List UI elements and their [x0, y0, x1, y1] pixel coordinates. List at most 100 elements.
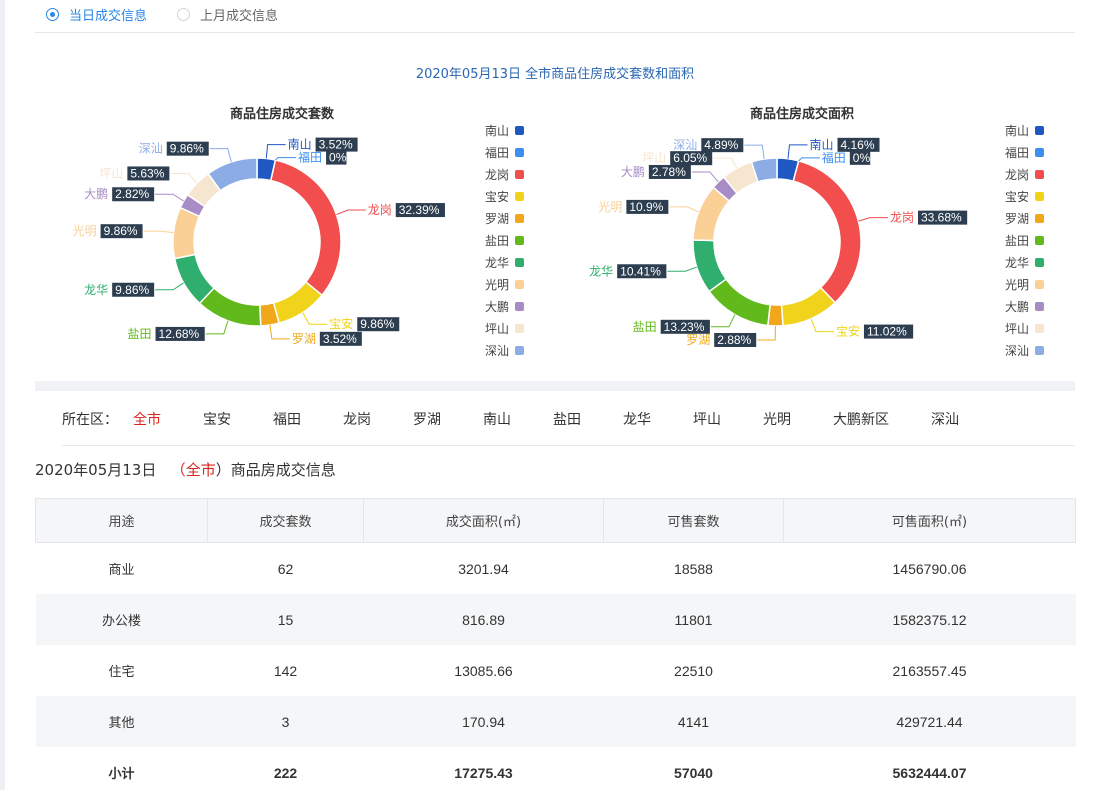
legend-label[interactable]: 盐田: [485, 234, 509, 248]
cell-available-units: 22510: [674, 662, 713, 679]
slice-label-value: 9.86%: [170, 142, 204, 156]
donut-charts: 商品住房成交套数南山 3.52%福田 0%龙岗 32.39%宝安 9.86%罗湖 3.52…: [73, 106, 1044, 358]
info-district: 全市: [185, 461, 216, 479]
legend-swatch[interactable]: [1035, 192, 1044, 201]
slice-龙岗[interactable]: [792, 159, 862, 304]
slice-label-name: 坪山: [642, 151, 666, 165]
legend-swatch[interactable]: [515, 302, 524, 311]
district-baoan[interactable]: 宝安: [203, 409, 231, 429]
legend-swatch[interactable]: [1035, 280, 1044, 289]
legend-label[interactable]: 盐田: [1005, 234, 1029, 248]
legend-label[interactable]: 光明: [1005, 278, 1029, 292]
legend-swatch[interactable]: [515, 148, 524, 157]
legend-label[interactable]: 罗湖: [485, 211, 509, 226]
legend-swatch[interactable]: [515, 324, 524, 333]
legend-label[interactable]: 大鹏: [1005, 300, 1029, 314]
cell-available-units: 11801: [603, 594, 784, 645]
slice-label-name: 光明: [73, 224, 97, 238]
legend-label[interactable]: 宝安: [485, 189, 509, 204]
slice-label-value: 11.02%: [867, 325, 907, 339]
cell-deal-area: 170.94: [363, 696, 604, 747]
legend-swatch[interactable]: [1035, 258, 1044, 267]
legend-label[interactable]: 南山: [485, 123, 509, 138]
legend-swatch[interactable]: [515, 280, 524, 289]
legend-label[interactable]: 龙岗: [485, 168, 509, 182]
legend-label[interactable]: 龙华: [485, 256, 509, 270]
label-line: [155, 193, 184, 202]
donut-chart-2: 商品住房成交面积南山 4.16%福田 0%龙岗 33.68%宝安 11.02%深汕 4.8…: [589, 106, 1044, 358]
slice-label-value: 9.86%: [115, 283, 149, 297]
legend-swatch[interactable]: [515, 126, 524, 135]
legend-label[interactable]: 坪山: [1005, 322, 1029, 336]
legend-swatch[interactable]: [1035, 170, 1044, 179]
table-row-subtotal: 小计 222 17275.43 57040 5632444.07: [36, 747, 1076, 798]
legend-swatch[interactable]: [515, 346, 524, 355]
legend-label[interactable]: 大鹏: [485, 300, 509, 314]
district-pingshan[interactable]: 坪山: [693, 409, 721, 429]
slice-label-value: 5.63%: [130, 166, 164, 180]
district-dapeng[interactable]: 大鹏新区: [833, 409, 889, 429]
slice-label-name: 福田: [822, 150, 846, 165]
slice-label-name: 龙华: [589, 264, 613, 278]
legend-label[interactable]: 罗湖: [1005, 211, 1029, 226]
legend-swatch[interactable]: [1035, 236, 1044, 245]
label-line: [669, 206, 699, 213]
legend-swatch[interactable]: [515, 258, 524, 267]
district-nanshan[interactable]: 南山: [483, 409, 511, 429]
legend-swatch[interactable]: [1035, 126, 1044, 135]
district-longhua[interactable]: 龙华: [623, 409, 651, 429]
slice-龙岗[interactable]: [269, 159, 342, 297]
cell-available-area: 1582375.12: [783, 594, 1076, 645]
legend-label[interactable]: 龙华: [1005, 256, 1029, 270]
cell-deal-area: 13085.66: [454, 662, 513, 679]
slice-label-name: 龙岗: [890, 211, 914, 225]
district-luohu[interactable]: 罗湖: [413, 409, 441, 429]
legend-label[interactable]: 坪山: [485, 322, 509, 336]
label-line: [269, 324, 290, 340]
district-longgang[interactable]: 龙岗: [343, 409, 371, 429]
district-futian[interactable]: 福田: [273, 409, 301, 429]
legend-swatch[interactable]: [1035, 214, 1044, 223]
donut-chart-1: 商品住房成交套数南山 3.52%福田 0%龙岗 32.39%宝安 9.86%罗湖 3.52…: [73, 106, 524, 358]
legend-swatch[interactable]: [515, 214, 524, 223]
legend-label[interactable]: 南山: [1005, 123, 1029, 138]
district-all[interactable]: 全市: [133, 409, 161, 429]
slice-label-name: 宝安: [836, 324, 860, 339]
info-title: 2020年05月13日 （全市）商品房成交信息: [35, 459, 336, 480]
table-row: 办公楼 15 816.89 11801 1582375.12: [35, 594, 1076, 645]
slice-光明[interactable]: [172, 206, 201, 260]
slice-label-name: 大鹏: [621, 165, 645, 179]
label-line: [858, 217, 888, 222]
legend-label[interactable]: 宝安: [1005, 189, 1029, 204]
label-line: [143, 230, 174, 234]
legend-swatch[interactable]: [1035, 302, 1044, 311]
legend-swatch[interactable]: [1035, 346, 1044, 355]
table-header-row: 用途 成交套数 成交面积(㎡) 可售套数 可售面积(㎡): [35, 498, 1076, 543]
legend-swatch[interactable]: [1035, 324, 1044, 333]
filter-divider: [62, 445, 1075, 446]
slice-盐田[interactable]: [708, 278, 771, 327]
legend-swatch[interactable]: [515, 170, 524, 179]
legend-swatch[interactable]: [515, 236, 524, 245]
slice-宝安[interactable]: [780, 286, 837, 327]
legend-label[interactable]: 光明: [485, 278, 509, 292]
slice-label-name: 坪山: [99, 166, 123, 180]
label-line: [155, 282, 184, 291]
cell-deal-units: 3: [207, 696, 364, 747]
district-yantian[interactable]: 盐田: [553, 409, 581, 429]
legend-label[interactable]: 深汕: [1005, 344, 1029, 358]
slice-label-name: 罗湖: [292, 331, 316, 346]
label-line: [787, 144, 808, 159]
slice-label-value: 4.16%: [841, 138, 875, 152]
legend-label[interactable]: 福田: [485, 145, 509, 160]
legend-label[interactable]: 龙岗: [1005, 168, 1029, 182]
district-shenshan[interactable]: 深汕: [931, 409, 959, 429]
legend-swatch[interactable]: [515, 192, 524, 201]
legend-label[interactable]: 深汕: [485, 344, 509, 358]
legend-swatch[interactable]: [1035, 148, 1044, 157]
cell-deal-units: 62: [277, 560, 294, 577]
district-guangming[interactable]: 光明: [763, 409, 791, 429]
cell-available-area: 5632444.07: [892, 764, 967, 781]
slice-label-name: 深汕: [673, 138, 697, 152]
legend-label[interactable]: 福田: [1005, 145, 1029, 160]
